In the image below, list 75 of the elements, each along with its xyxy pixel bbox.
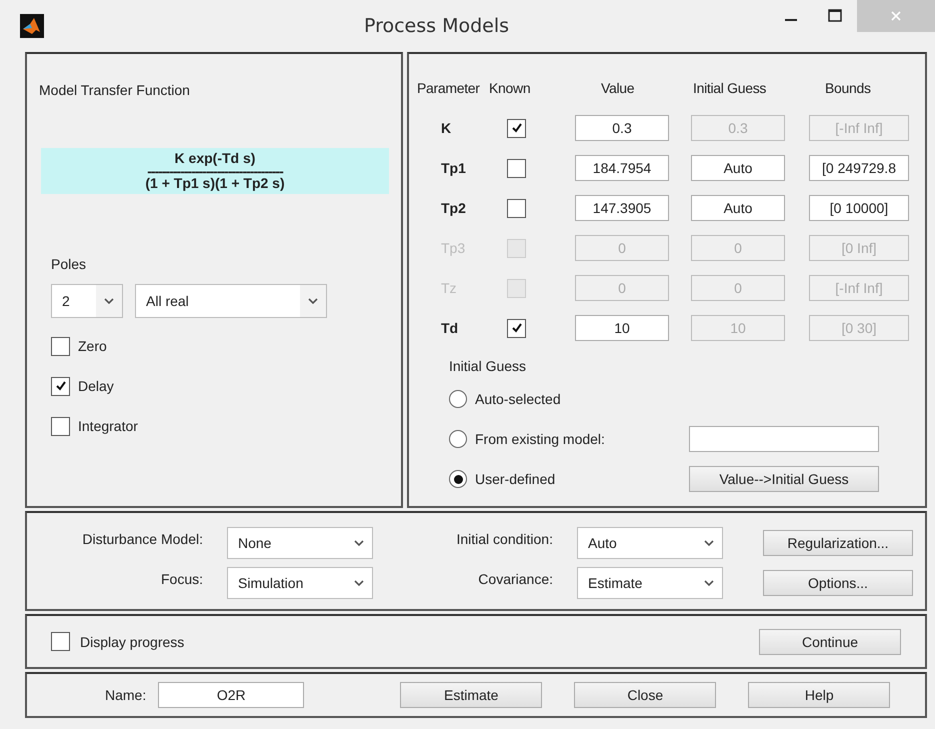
minimize-icon [785,19,797,21]
checkbox[interactable] [51,632,70,651]
radio-button[interactable] [449,390,467,408]
focus-dropdown[interactable]: Simulation [227,567,373,599]
known-checkbox[interactable] [507,158,526,178]
window-title: Process Models [362,15,510,37]
section-heading: Model Transfer Function [39,82,190,98]
check-icon [510,122,522,134]
parameter-name: Tp2 [441,200,466,216]
checkbox[interactable] [51,416,70,436]
initial-condition-dropdown[interactable]: Auto [577,527,723,559]
radio-label: Auto-selected [475,391,562,407]
checkbox[interactable] [51,336,70,356]
checkbox-label: Zero [78,338,107,354]
value-field[interactable]: 10 [575,315,669,341]
continue-button[interactable]: Continue [759,628,901,654]
covariance-dropdown[interactable]: Estimate [577,567,723,599]
checkbox-label: Display progress [80,634,184,650]
column-header: Initial Guess [693,80,766,96]
name-label: Name: [105,687,146,703]
bounds-field[interactable]: [0 249729.8 [809,155,909,181]
initial-guess-field[interactable]: Auto [691,155,785,181]
checkbox-label: Integrator [78,418,138,434]
dialog-button[interactable]: Estimate [400,682,542,708]
close-icon [890,10,902,22]
radio-label: User-defined [475,471,556,487]
check-icon [54,380,66,392]
value-field[interactable]: 147.3905 [575,195,669,221]
value-field[interactable]: 0.3 [575,115,669,141]
value-field[interactable]: 184.7954 [575,155,669,181]
field-label: Initial condition: [456,531,553,547]
model-name-field[interactable] [689,426,879,452]
dialog-button[interactable]: Help [748,682,890,708]
parameter-name: K [441,120,452,136]
radio-button[interactable] [449,430,467,448]
section-heading: Initial Guess [449,358,528,374]
known-checkbox[interactable] [507,318,526,338]
check-icon [510,322,522,334]
radio-button[interactable] [449,470,467,488]
chevron-down-icon [704,580,714,586]
field-label: Disturbance Model: [82,531,203,547]
maximize-icon [828,9,842,23]
options-button[interactable]: Options... [763,570,913,596]
name-field[interactable]: O2R [158,682,304,708]
numerator-text: K exp(-Td s) [174,150,256,167]
column-header: Value [601,80,634,96]
dialog-button[interactable]: Close [574,682,716,708]
column-header: Parameter [417,80,480,96]
chevron-down-icon [308,298,318,304]
parameter-name: Td [441,320,458,336]
parameter-name: Tp1 [441,160,466,176]
chevron-down-icon [354,540,364,546]
field-label: Focus: [160,571,203,587]
field-label: Covariance: [478,571,553,587]
column-header: Bounds [825,80,871,96]
initial-guess-field[interactable]: Auto [691,195,785,221]
known-checkbox[interactable] [507,118,526,138]
app-logo-icon [20,14,44,38]
pole-count-dropdown[interactable]: 2 [51,284,123,318]
regularization-button[interactable]: Regularization... [763,530,913,556]
chevron-down-icon [704,540,714,546]
column-header: Known [489,80,530,96]
known-checkbox[interactable] [507,198,526,218]
poles-label: Poles [51,256,86,272]
radio-label: From existing model: [475,431,606,447]
denominator-text: (1 + Tp1 s)(1 + Tp2 s) [145,175,285,192]
bounds-field[interactable]: [0 10000] [809,195,909,221]
pole-type-dropdown[interactable]: All real [135,284,327,318]
checkbox[interactable] [51,376,70,396]
disturbance-model-dropdown[interactable]: None [227,527,373,559]
chevron-down-icon [104,298,114,304]
fraction-divider-text: ------------------------------------- [147,167,283,175]
chevron-down-icon [354,580,364,586]
checkbox-label: Delay [78,378,114,394]
copy-value-button[interactable]: Value-->Initial Guess [689,466,879,492]
